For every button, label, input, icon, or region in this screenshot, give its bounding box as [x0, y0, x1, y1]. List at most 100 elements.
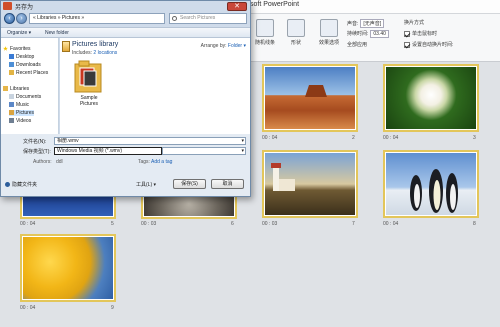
- slide-number: 9: [111, 305, 114, 311]
- auto-advance-label: 设置自动换片时间:: [412, 42, 454, 48]
- lighthouse-image: [265, 153, 355, 215]
- penguins-image: [386, 153, 476, 215]
- slide-thumbnail-desert[interactable]: [262, 64, 358, 132]
- filename-value: 相册.wmv: [57, 138, 79, 144]
- slide-thumbnail-tulips[interactable]: [20, 234, 116, 302]
- music-icon: [9, 102, 14, 108]
- duration-spinner[interactable]: 03.40: [370, 30, 389, 38]
- documents-label: Documents: [16, 94, 42, 100]
- collapse-icon: [5, 182, 10, 188]
- tulips-image: [23, 237, 113, 299]
- folder-icon: [74, 60, 102, 93]
- pictures-label: Pictures: [16, 110, 35, 116]
- save-type-label: 保存类型(T):: [23, 149, 51, 155]
- libraries-group[interactable]: Libraries: [3, 86, 29, 92]
- forward-button[interactable]: ›: [16, 13, 27, 24]
- slide-number: 6: [231, 221, 234, 227]
- advance-slide-label: 换片方式: [404, 20, 425, 26]
- penguins-shape: [410, 169, 458, 213]
- back-button[interactable]: ‹: [4, 13, 15, 24]
- nav-item-videos[interactable]: Videos: [9, 118, 31, 124]
- favorites-group[interactable]: Favorites: [3, 46, 31, 52]
- locations-link[interactable]: 2 locations: [93, 50, 117, 56]
- check-icon: [404, 41, 410, 48]
- search-icon: [172, 16, 177, 21]
- folder-sample-pictures[interactable]: [74, 60, 102, 93]
- slide-time: 00 : 04: [20, 221, 36, 227]
- new-folder-button[interactable]: New folder: [45, 29, 69, 37]
- slide-thumbnail-penguins[interactable]: [383, 150, 479, 218]
- save-as-dialog: 另存为 ✕ ‹ › « Libraries » Pictures » Searc…: [0, 0, 251, 197]
- sound-row: 声音: [无声音]: [347, 19, 385, 28]
- slide-time: 00 : 04: [20, 305, 36, 311]
- save-type-select[interactable]: Windows Media 视频 (*.wmv): [54, 147, 162, 155]
- authors-value[interactable]: ddl: [56, 159, 63, 165]
- desert-image: [265, 67, 355, 129]
- hide-folders-toggle[interactable]: 隐藏文件夹: [5, 181, 37, 188]
- videos-icon: [9, 118, 14, 124]
- effect-options-label: 效果选项: [318, 40, 339, 46]
- nav-item-downloads[interactable]: Downloads: [9, 62, 41, 68]
- libraries-icon: [3, 86, 8, 92]
- nav-item-music[interactable]: Music: [9, 102, 29, 108]
- hide-folders-label: 隐藏文件夹: [12, 182, 38, 188]
- on-click-label: 单击鼠标时: [412, 31, 438, 37]
- hydrangea-image: [386, 67, 476, 129]
- close-button[interactable]: ✕: [227, 2, 247, 11]
- slide-number: 8: [473, 221, 476, 227]
- nav-item-desktop[interactable]: Desktop: [9, 54, 34, 60]
- slide-time: 00 : 03: [141, 221, 157, 227]
- downloads-label: Downloads: [16, 62, 41, 68]
- shape-label: 形状: [290, 40, 301, 46]
- lighthouse-shape: [271, 163, 295, 191]
- videos-label: Videos: [16, 118, 32, 124]
- authors-label: Authors:: [33, 159, 52, 165]
- documents-icon: [9, 94, 14, 100]
- slide-thumbnail-hydrangea[interactable]: [383, 64, 479, 132]
- tags-input[interactable]: Add a tag: [151, 159, 172, 165]
- dialog-title: 另存为: [15, 5, 34, 11]
- slide-number: 5: [111, 221, 114, 227]
- arrange-by-select[interactable]: Folder ▾: [228, 43, 246, 49]
- slide-number: 2: [352, 135, 355, 141]
- ppt-window-title: soft PowerPoint: [250, 1, 300, 8]
- tags-label: Tags:: [138, 159, 150, 165]
- on-click-checkbox[interactable]: 单击鼠标时: [404, 30, 437, 37]
- pictures-library-icon: [62, 41, 70, 52]
- slide-number: 3: [473, 135, 476, 141]
- arrange-by-label: Arrange by:: [200, 43, 227, 49]
- random-bars-button[interactable]: 随机线条: [252, 17, 278, 51]
- mesa-shape: [305, 85, 327, 97]
- nav-item-recent-places[interactable]: Recent Places: [9, 70, 48, 76]
- slide-time: 00 : 04: [262, 135, 278, 141]
- recent-places-icon: [9, 70, 14, 76]
- libraries-label: Libraries: [10, 86, 30, 92]
- apply-all-label: 全部应用: [347, 42, 368, 48]
- duration-label: 持续时间:: [347, 31, 369, 37]
- save-button[interactable]: 保存(S): [173, 179, 206, 189]
- folder-name: Sample Pictures: [79, 95, 99, 107]
- effect-icon: [320, 19, 338, 37]
- save-type-dropdown[interactable]: ▾: [162, 147, 246, 155]
- nav-item-documents[interactable]: Documents: [9, 94, 41, 100]
- organize-menu[interactable]: Organize ▾: [7, 29, 31, 37]
- effect-options-button[interactable]: 效果选项: [316, 17, 342, 51]
- transition-icon: [256, 19, 274, 37]
- navigation-bar: ‹ › « Libraries » Pictures » Search Pict…: [1, 12, 250, 26]
- shape-icon: [287, 19, 305, 37]
- nav-item-pictures[interactable]: Pictures: [9, 110, 35, 116]
- apply-all-button[interactable]: 全部应用: [347, 41, 367, 48]
- tools-menu[interactable]: 工具(L) ▾: [136, 181, 156, 188]
- filename-input[interactable]: 相册.wmv ▾: [54, 137, 246, 145]
- slide-thumbnail-lighthouse[interactable]: [262, 150, 358, 218]
- auto-advance-checkbox[interactable]: 设置自动换片时间:: [404, 41, 453, 48]
- library-subtitle: Includes: 2 locations: [72, 50, 117, 56]
- duration-row: 持续时间: 03.40: [347, 30, 389, 38]
- shape-button[interactable]: 形状: [283, 17, 309, 51]
- app-icon: [3, 2, 12, 10]
- sound-select[interactable]: [无声音]: [360, 19, 385, 28]
- address-bar[interactable]: « Libraries » Pictures »: [29, 13, 165, 24]
- search-placeholder: Search Pictures: [180, 15, 216, 21]
- cancel-button[interactable]: 取消: [211, 179, 244, 189]
- search-input[interactable]: Search Pictures: [169, 13, 247, 24]
